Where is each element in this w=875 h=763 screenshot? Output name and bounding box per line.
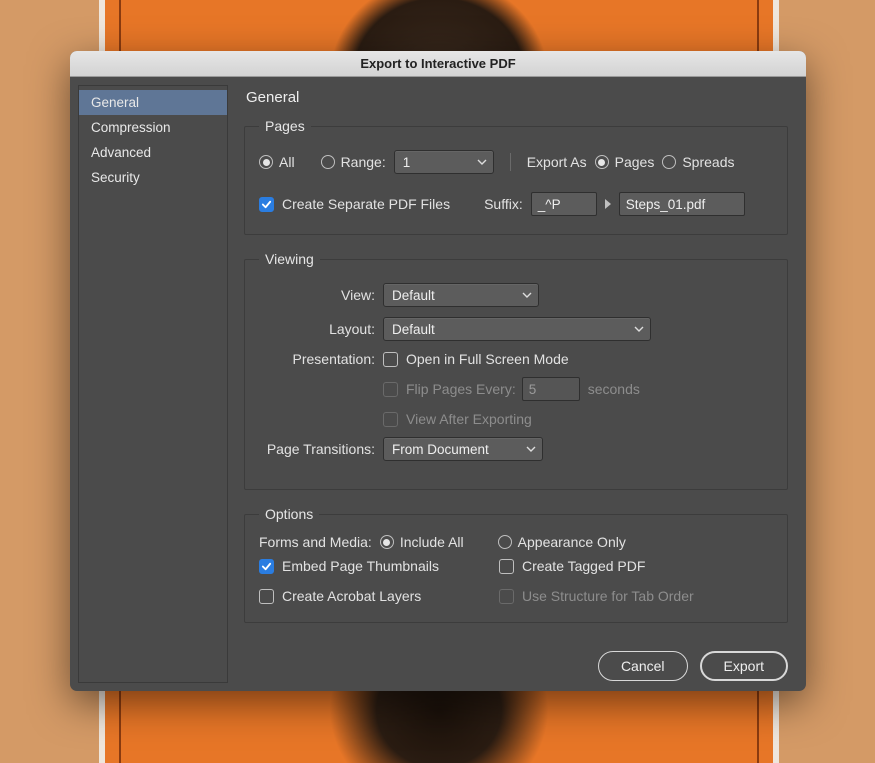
forms-media-label: Forms and Media: bbox=[259, 534, 372, 550]
export-interactive-pdf-dialog: Export to Interactive PDF General Compre… bbox=[70, 51, 806, 691]
radio-dot-icon bbox=[259, 155, 273, 169]
chevron-down-icon bbox=[634, 324, 644, 334]
checkbox-label: Use Structure for Tab Order bbox=[522, 588, 694, 604]
pages-range-select[interactable]: 1 bbox=[394, 150, 494, 174]
pages-all-radio[interactable]: All bbox=[259, 154, 295, 170]
view-select[interactable]: Default bbox=[383, 283, 539, 307]
view-after-exporting-checkbox: View After Exporting bbox=[383, 411, 532, 427]
checkbox-icon bbox=[259, 589, 274, 604]
select-value: 1 bbox=[403, 155, 411, 170]
button-label: Cancel bbox=[621, 658, 665, 674]
pages-legend: Pages bbox=[259, 118, 311, 134]
checkbox-icon bbox=[259, 197, 274, 212]
dialog-title: Export to Interactive PDF bbox=[70, 51, 806, 77]
presentation-label: Presentation: bbox=[259, 351, 383, 367]
checkbox-label: View After Exporting bbox=[406, 411, 532, 427]
checkbox-label: Embed Page Thumbnails bbox=[282, 558, 439, 574]
background-illustration bbox=[309, 684, 569, 763]
select-value: From Document bbox=[392, 442, 489, 457]
checkbox-label: Open in Full Screen Mode bbox=[406, 351, 569, 367]
category-sidebar: General Compression Advanced Security bbox=[78, 85, 228, 683]
checkbox-label: Create Acrobat Layers bbox=[282, 588, 421, 604]
radio-label: Pages bbox=[615, 154, 655, 170]
radio-dot-icon bbox=[595, 155, 609, 169]
export-as-pages-radio[interactable]: Pages bbox=[595, 154, 655, 170]
sidebar-item-label: General bbox=[91, 95, 139, 110]
fullscreen-checkbox[interactable]: Open in Full Screen Mode bbox=[383, 351, 569, 367]
radio-label: Appearance Only bbox=[518, 534, 626, 550]
options-group: Options Forms and Media: Include All App… bbox=[244, 506, 788, 623]
radio-label: Range: bbox=[341, 154, 386, 170]
select-value: Default bbox=[392, 288, 435, 303]
sidebar-item-label: Security bbox=[91, 170, 140, 185]
create-tagged-pdf-checkbox[interactable]: Create Tagged PDF bbox=[499, 558, 694, 574]
checkbox-label: Create Tagged PDF bbox=[522, 558, 645, 574]
panel-heading: General bbox=[246, 89, 788, 106]
chevron-down-icon bbox=[526, 444, 536, 454]
suffix-input[interactable]: _^P bbox=[531, 192, 597, 216]
view-label: View: bbox=[259, 287, 383, 303]
filename-preview: Steps_01.pdf bbox=[619, 192, 745, 216]
flip-seconds-input: 5 bbox=[522, 377, 580, 401]
select-value: Default bbox=[392, 322, 435, 337]
options-legend: Options bbox=[259, 506, 319, 522]
input-value: 5 bbox=[529, 382, 537, 397]
sidebar-item-compression[interactable]: Compression bbox=[79, 115, 227, 140]
sidebar-item-advanced[interactable]: Advanced bbox=[79, 140, 227, 165]
checkbox-icon bbox=[259, 559, 274, 574]
embed-thumbnails-checkbox[interactable]: Embed Page Thumbnails bbox=[259, 558, 439, 574]
sidebar-item-label: Advanced bbox=[91, 145, 151, 160]
flip-pages-checkbox: Flip Pages Every: bbox=[383, 381, 516, 397]
forms-appearance-only-radio[interactable]: Appearance Only bbox=[498, 534, 626, 550]
seconds-label: seconds bbox=[588, 381, 640, 397]
export-as-spreads-radio[interactable]: Spreads bbox=[662, 154, 734, 170]
checkbox-icon bbox=[499, 589, 514, 604]
arrow-right-icon bbox=[605, 199, 611, 209]
radio-dot-icon bbox=[380, 535, 394, 549]
sidebar-item-label: Compression bbox=[91, 120, 171, 135]
chevron-down-icon bbox=[522, 290, 532, 300]
suffix-label: Suffix: bbox=[484, 196, 523, 212]
viewing-legend: Viewing bbox=[259, 251, 320, 267]
checkbox-label: Create Separate PDF Files bbox=[282, 196, 450, 212]
checkbox-icon bbox=[383, 382, 398, 397]
page-transitions-label: Page Transitions: bbox=[259, 441, 383, 457]
cancel-button[interactable]: Cancel bbox=[598, 651, 688, 681]
radio-dot-icon bbox=[662, 155, 676, 169]
use-structure-tab-order-checkbox: Use Structure for Tab Order bbox=[499, 588, 694, 604]
radio-dot-icon bbox=[321, 155, 335, 169]
sidebar-item-general[interactable]: General bbox=[79, 90, 227, 115]
forms-include-all-radio[interactable]: Include All bbox=[380, 534, 464, 550]
checkbox-icon bbox=[499, 559, 514, 574]
layout-label: Layout: bbox=[259, 321, 383, 337]
chevron-down-icon bbox=[477, 157, 487, 167]
radio-label: Include All bbox=[400, 534, 464, 550]
radio-label: Spreads bbox=[682, 154, 734, 170]
create-separate-pdf-checkbox[interactable]: Create Separate PDF Files bbox=[259, 196, 450, 212]
filename-value: Steps_01.pdf bbox=[626, 197, 706, 212]
export-button[interactable]: Export bbox=[700, 651, 788, 681]
checkbox-icon bbox=[383, 412, 398, 427]
pages-group: Pages All Range: 1 bbox=[244, 118, 788, 235]
create-acrobat-layers-checkbox[interactable]: Create Acrobat Layers bbox=[259, 588, 439, 604]
checkbox-label: Flip Pages Every: bbox=[406, 381, 516, 397]
sidebar-item-security[interactable]: Security bbox=[79, 165, 227, 190]
separator bbox=[510, 153, 511, 171]
pages-range-radio[interactable]: Range: bbox=[321, 154, 386, 170]
checkbox-icon bbox=[383, 352, 398, 367]
page-transitions-select[interactable]: From Document bbox=[383, 437, 543, 461]
export-as-label: Export As bbox=[527, 154, 587, 170]
radio-label: All bbox=[279, 154, 295, 170]
input-value: _^P bbox=[538, 197, 561, 212]
viewing-group: Viewing View: Default Layout: Default bbox=[244, 251, 788, 490]
radio-dot-icon bbox=[498, 535, 512, 549]
layout-select[interactable]: Default bbox=[383, 317, 651, 341]
button-label: Export bbox=[724, 658, 764, 674]
